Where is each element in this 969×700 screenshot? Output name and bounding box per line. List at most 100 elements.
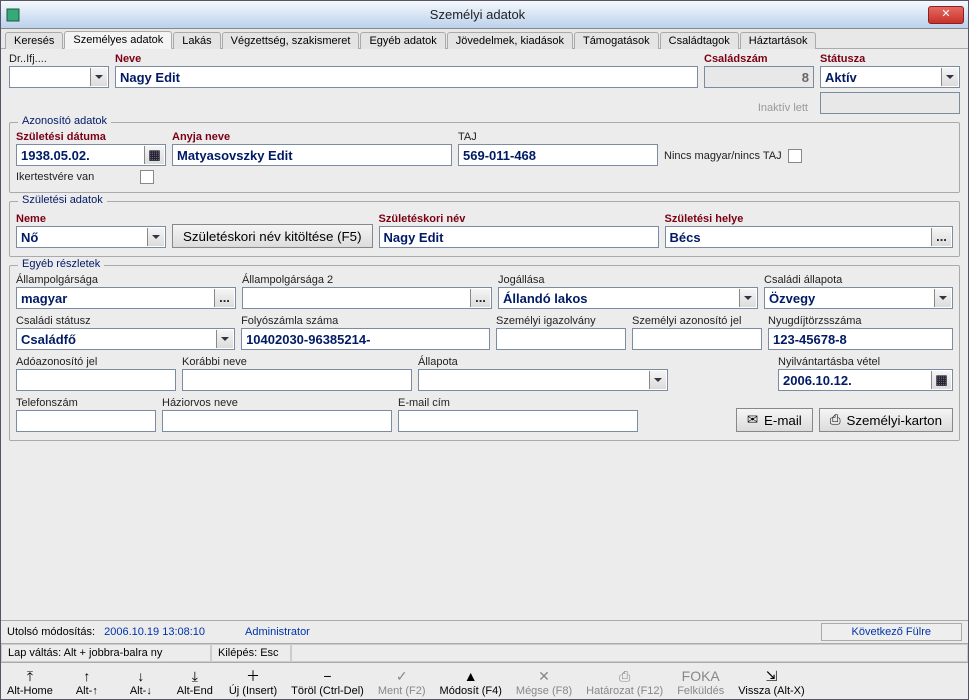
fill-birthname-button[interactable]: Születéskori név kitöltése (F5) xyxy=(172,224,373,248)
tab-egy-b-adatok[interactable]: Egyéb adatok xyxy=(360,32,445,49)
toolbar-label: Alt-Home xyxy=(7,685,53,697)
account-label: Folyószámla száma xyxy=(241,315,490,327)
name-input[interactable] xyxy=(115,66,698,88)
neme-label: Neme xyxy=(16,213,166,225)
hint-exit: Kilépés: Esc xyxy=(211,644,291,662)
jogallas-label: Jogállása xyxy=(498,274,758,286)
toolbar-label: Határozat (F12) xyxy=(586,685,663,697)
toolbar-icon: ⇲ xyxy=(766,667,778,685)
toolbar-icon: ↓ xyxy=(137,667,144,685)
prevname-input[interactable] xyxy=(182,369,412,391)
calendar-icon[interactable]: ▦ xyxy=(931,371,951,389)
citizenship2-input[interactable]: ... xyxy=(242,287,492,309)
email-button[interactable]: ✉ E-mail xyxy=(736,408,813,432)
toolbar-vissza-alt-x-[interactable]: ⇲Vissza (Alt-X) xyxy=(738,667,804,697)
pension-input[interactable] xyxy=(768,328,953,350)
tab-strip: KeresésSzemélyes adatokLakásVégzettség, … xyxy=(1,29,968,49)
neme-dropdown[interactable]: Nő xyxy=(16,226,166,248)
no-taj-checkbox[interactable] xyxy=(788,149,802,163)
chevron-down-icon[interactable] xyxy=(90,68,107,86)
chevron-down-icon[interactable] xyxy=(934,289,951,307)
toolbar-label: Módosít (F4) xyxy=(440,685,502,697)
doctor-input[interactable] xyxy=(162,410,392,432)
chevron-down-icon[interactable] xyxy=(216,330,233,348)
group-legend: Születési adatok xyxy=(18,194,107,206)
toolbar-label: Mégse (F8) xyxy=(516,685,572,697)
tab-v-gzetts-g-szakismeret[interactable]: Végzettség, szakismeret xyxy=(222,32,360,49)
toolbar--j-insert-[interactable]: ＋Új (Insert) xyxy=(229,667,277,697)
app-icon xyxy=(5,7,21,23)
toolbar-icon: ⤒ xyxy=(27,667,33,685)
tab-t-mogat-sok[interactable]: Támogatások xyxy=(574,32,659,49)
toolbar-alt-[interactable]: ↓Alt-↓ xyxy=(121,667,161,697)
citizenship-input[interactable]: magyar ... xyxy=(16,287,236,309)
idcard-input[interactable] xyxy=(496,328,626,350)
personid-input[interactable] xyxy=(632,328,762,350)
prefix-label: Dr..Ifj.... xyxy=(9,53,109,65)
tab-szem-lyes-adatok[interactable]: Személyes adatok xyxy=(64,31,172,49)
prevname-label: Korábbi neve xyxy=(182,356,412,368)
tab-csal-dtagok[interactable]: Családtagok xyxy=(660,32,739,49)
print-icon: ⎙ xyxy=(830,412,841,428)
lastmod-value: 2006.10.19 13:08:10 xyxy=(104,626,205,638)
toolbar-icon: − xyxy=(323,667,331,685)
personal-card-button[interactable]: ⎙ Személyi-karton xyxy=(819,408,953,432)
taxid-label: Adóazonosító jel xyxy=(16,356,176,368)
toolbar-label: Ment (F2) xyxy=(378,685,426,697)
chevron-down-icon[interactable] xyxy=(147,228,164,246)
group-legend: Egyéb részletek xyxy=(18,258,104,270)
toolbar-alt-[interactable]: ↑Alt-↑ xyxy=(67,667,107,697)
account-input[interactable] xyxy=(241,328,490,350)
user-label: Administrator xyxy=(245,626,310,638)
chevron-down-icon[interactable] xyxy=(649,371,666,389)
taj-input[interactable] xyxy=(458,144,658,166)
ellipsis-icon[interactable]: ... xyxy=(931,228,951,246)
toolbar-icon: ↑ xyxy=(83,667,90,685)
registered-input[interactable]: 2006.10.12. ▦ xyxy=(778,369,953,391)
window-title: Személyi adatok xyxy=(27,7,928,22)
close-button[interactable]: ✕ xyxy=(928,6,964,24)
toolbar-icon: ⎙ xyxy=(619,667,630,685)
email-input[interactable] xyxy=(398,410,638,432)
email-label: E-mail cím xyxy=(398,397,638,409)
toolbar-icon: ⤓ xyxy=(192,667,198,685)
toolbar-hat-rozat-f12-: ⎙Határozat (F12) xyxy=(586,667,663,697)
birthplace-input[interactable]: Bécs ... xyxy=(665,226,953,248)
lastmod-label: Utolsó módosítás: xyxy=(7,626,95,638)
prefix-dropdown[interactable] xyxy=(9,66,109,88)
tab-h-ztart-sok[interactable]: Háztartások xyxy=(740,32,817,49)
group-legend: Azonosító adatok xyxy=(18,115,111,127)
toolbar-label: Töröl (Ctrl-Del) xyxy=(291,685,364,697)
allapot-label: Állapota xyxy=(418,356,668,368)
chevron-down-icon[interactable] xyxy=(941,68,958,86)
toolbar-icon: ＋ xyxy=(246,667,260,685)
mother-input[interactable] xyxy=(172,144,452,166)
toolbar-label: Új (Insert) xyxy=(229,685,277,697)
familystatus-dropdown[interactable]: Családfő xyxy=(16,328,235,350)
ellipsis-icon[interactable]: ... xyxy=(214,289,234,307)
chevron-down-icon[interactable] xyxy=(739,289,756,307)
marital-dropdown[interactable]: Özvegy xyxy=(764,287,953,309)
idcard-label: Személyi igazolvány xyxy=(496,315,626,327)
jogallas-dropdown[interactable]: Állandó lakos xyxy=(498,287,758,309)
phone-input[interactable] xyxy=(16,410,156,432)
toolbar-m-dos-t-f4-[interactable]: ▲Módosít (F4) xyxy=(440,667,502,697)
tab-keres-s[interactable]: Keresés xyxy=(5,32,63,49)
birthname-input[interactable] xyxy=(379,226,659,248)
status-dropdown[interactable]: Aktív xyxy=(820,66,960,88)
toolbar-alt-home[interactable]: ⤒Alt-Home xyxy=(7,667,53,697)
tab-j-vedelmek-kiad-sok[interactable]: Jövedelmek, kiadások xyxy=(447,32,573,49)
next-tab-button[interactable]: Következő Fülre xyxy=(821,623,962,641)
allapot-dropdown[interactable] xyxy=(418,369,668,391)
tab-lak-s[interactable]: Lakás xyxy=(173,32,220,49)
ellipsis-icon[interactable]: ... xyxy=(470,289,490,307)
toolbar-t-r-l-ctrl-del-[interactable]: −Töröl (Ctrl-Del) xyxy=(291,667,364,697)
status-label: Státusza xyxy=(820,53,960,65)
toolbar-alt-end[interactable]: ⤓Alt-End xyxy=(175,667,215,697)
toolbar-label: Alt-↓ xyxy=(130,685,152,697)
taxid-input[interactable] xyxy=(16,369,176,391)
twin-checkbox[interactable] xyxy=(140,170,154,184)
group-egyeb: Egyéb részletek Állampolgársága magyar .… xyxy=(9,265,960,441)
calendar-icon[interactable]: ▦ xyxy=(144,146,164,164)
birthdate-input[interactable]: 1938.05.02. ▦ xyxy=(16,144,166,166)
